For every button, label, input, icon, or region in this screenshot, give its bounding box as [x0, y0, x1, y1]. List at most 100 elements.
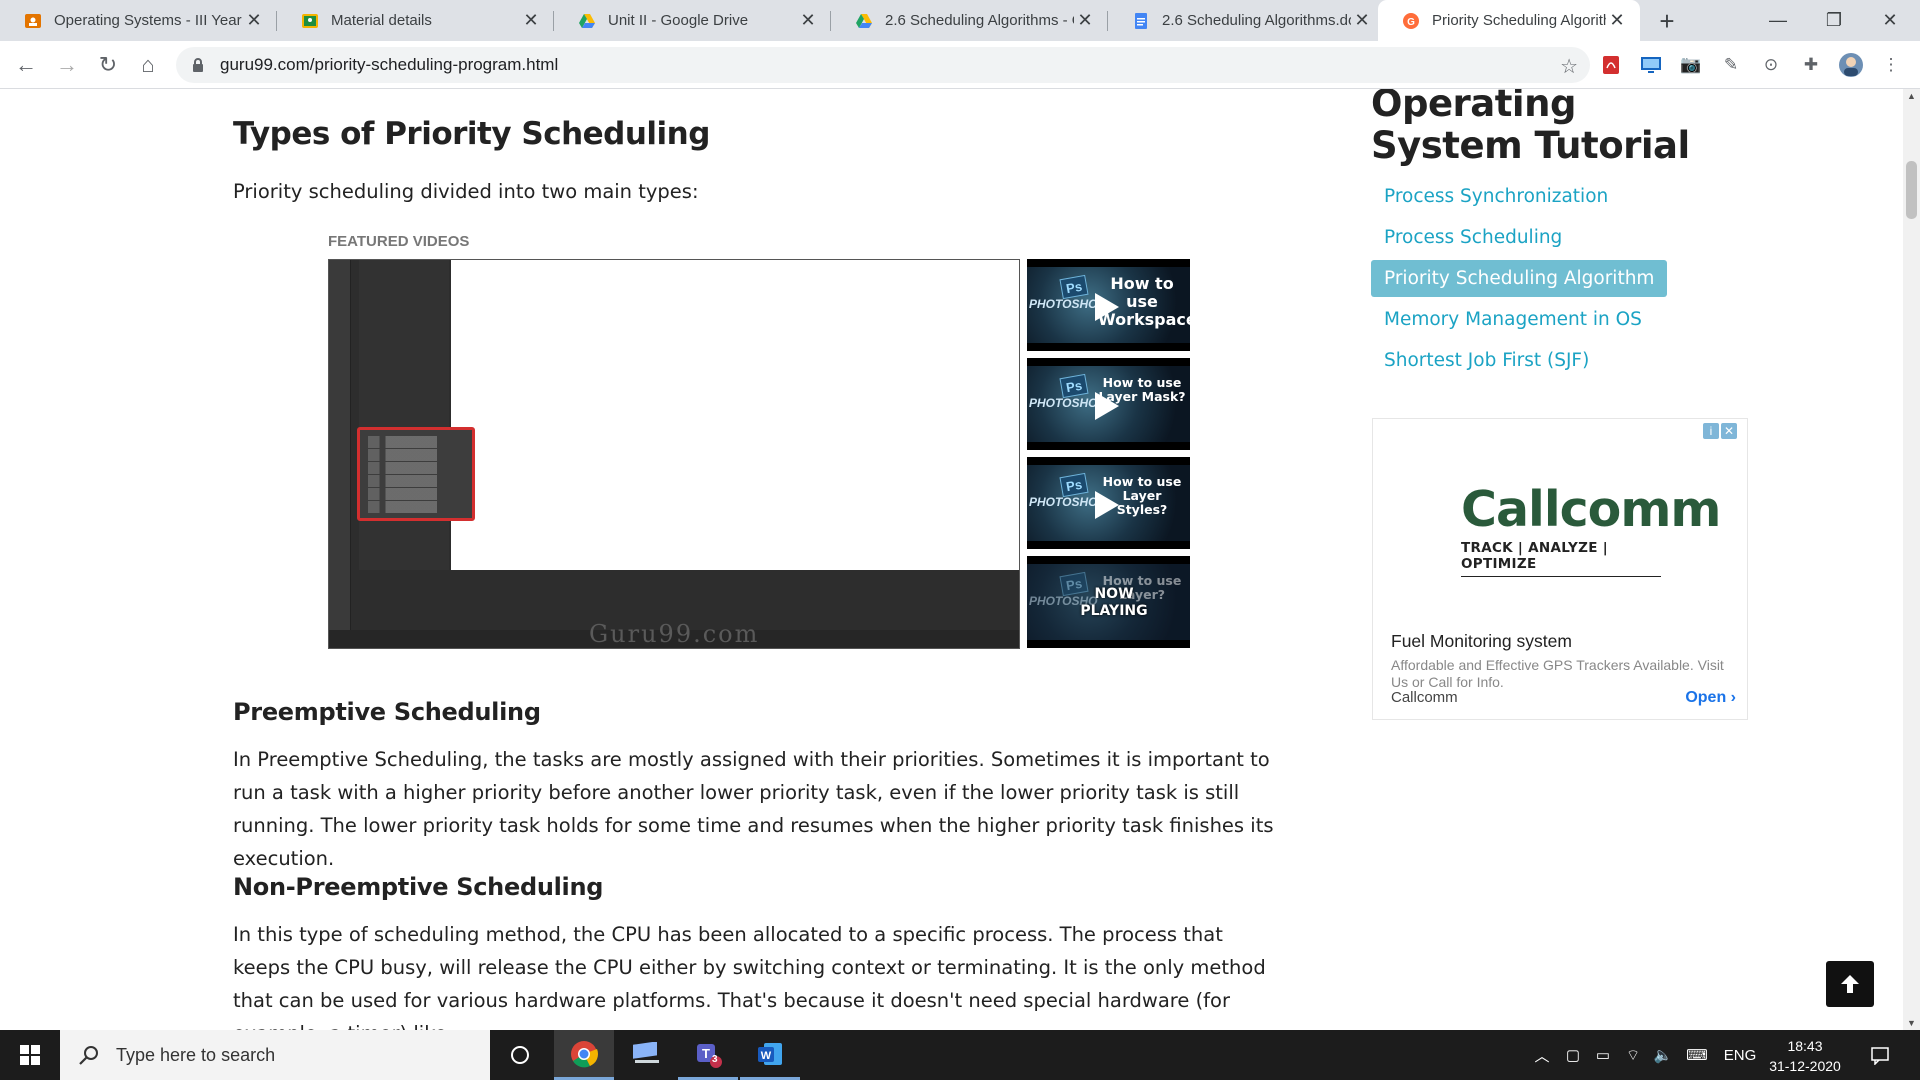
- video-thumbnail[interactable]: Ps PHOTOSHO How to use Layer Styles?: [1027, 457, 1190, 549]
- new-tab-button[interactable]: +: [1652, 6, 1682, 36]
- task-view-button[interactable]: [490, 1030, 550, 1080]
- photoshop-toolbar-image: [329, 260, 351, 630]
- play-icon: [1095, 392, 1119, 420]
- ad-headline[interactable]: Fuel Monitoring system: [1391, 631, 1736, 652]
- scroll-up-arrow[interactable]: ▲: [1903, 89, 1920, 103]
- tab-title: Material details: [331, 12, 432, 29]
- language-indicator[interactable]: ENG: [1720, 1030, 1760, 1080]
- drive-icon: [855, 12, 873, 30]
- photoshop-panel-image: [359, 260, 449, 570]
- windows-taskbar: Type here to search T 3 W ︿ ▢ ▭ ⌔ 🔈 ⌨ EN…: [0, 1030, 1920, 1080]
- notification-icon[interactable]: [1860, 1030, 1900, 1080]
- tab-title: Unit II - Google Drive: [608, 12, 749, 29]
- arrow-up-icon: [1841, 975, 1859, 993]
- chevron-up-icon[interactable]: ︿: [1530, 1030, 1554, 1080]
- extensions-puzzle-icon[interactable]: ✚: [1798, 52, 1824, 78]
- video-thumbnail[interactable]: Ps PHOTOSHO How to use Workspace: [1027, 259, 1190, 351]
- adchoices[interactable]: i ✕: [1703, 423, 1737, 439]
- scrollbar-thumb[interactable]: [1906, 161, 1917, 219]
- battery-icon[interactable]: ▭: [1590, 1030, 1616, 1080]
- forward-button[interactable]: →: [51, 49, 83, 81]
- reload-button[interactable]: ↻: [92, 49, 124, 81]
- sidebar-link-priority-scheduling[interactable]: Priority Scheduling Algorithm: [1371, 260, 1667, 297]
- docs-icon: [1132, 12, 1150, 30]
- windows-icon: [20, 1045, 40, 1065]
- avatar[interactable]: [1838, 52, 1864, 78]
- close-icon[interactable]: ✕: [1351, 10, 1373, 32]
- minimize-button[interactable]: —: [1750, 0, 1806, 41]
- home-button[interactable]: ⌂: [132, 49, 164, 81]
- page-scrollbar[interactable]: ▲ ▼: [1903, 89, 1920, 1030]
- ad-logo: Callcomm: [1461, 481, 1721, 538]
- advertisement[interactable]: i ✕ Callcomm TRACK | ANALYZE | OPTIMIZE …: [1372, 418, 1748, 720]
- close-window-button[interactable]: ✕: [1862, 0, 1918, 41]
- sidebar-link-process-synchronization[interactable]: Process Synchronization: [1371, 178, 1667, 215]
- search-placeholder: Type here to search: [116, 1044, 276, 1065]
- close-icon[interactable]: ✕: [1074, 10, 1096, 32]
- teams-taskbar-button[interactable]: T 3: [678, 1030, 738, 1080]
- play-icon: [1095, 491, 1119, 519]
- teams-icon: T: [697, 1043, 722, 1068]
- ad-open-button[interactable]: Open ›: [1685, 689, 1736, 707]
- clock-date: 31-12-2020: [1769, 1058, 1841, 1074]
- eyedropper-icon[interactable]: ✎: [1718, 52, 1744, 78]
- video-thumbnail-now-playing[interactable]: Ps PHOTOSHO How to use Layer? NOW PLAYIN…: [1027, 556, 1190, 648]
- taskbar-search-box[interactable]: Type here to search: [60, 1030, 490, 1080]
- bookmark-star-icon[interactable]: ☆: [1560, 54, 1578, 79]
- keyboard-icon[interactable]: ⌨: [1680, 1030, 1714, 1080]
- search-icon: [79, 1046, 98, 1065]
- word-taskbar-button[interactable]: W: [740, 1030, 800, 1080]
- tab-material-details[interactable]: Material details ✕: [277, 0, 554, 41]
- wifi-icon[interactable]: ⌔: [1620, 1030, 1646, 1080]
- intro-text: Priority scheduling divided into two mai…: [233, 180, 699, 203]
- scroll-to-top-button[interactable]: [1826, 961, 1874, 1007]
- tab-google-drive[interactable]: Unit II - Google Drive ✕: [554, 0, 831, 41]
- thumb-brand: PHOTOSHO: [1029, 297, 1098, 311]
- ad-open-label: Open: [1685, 689, 1727, 706]
- teams-badge: 3: [712, 1054, 718, 1065]
- web-page: Types of Priority Scheduling Priority sc…: [0, 89, 1920, 1030]
- clock[interactable]: 18:43 31-12-2020: [1762, 1036, 1848, 1076]
- ad-banner[interactable]: i ✕ Callcomm TRACK | ANALYZE | OPTIMIZE: [1373, 419, 1747, 619]
- video-player[interactable]: Guru99.com: [328, 259, 1020, 649]
- chrome-taskbar-button[interactable]: [554, 1030, 614, 1080]
- sidebar-link-process-scheduling[interactable]: Process Scheduling: [1371, 219, 1667, 256]
- tab-scheduling-algorithms-drive[interactable]: 2.6 Scheduling Algorithms - G ✕: [831, 0, 1108, 41]
- camera-icon[interactable]: 📷: [1678, 52, 1704, 78]
- tab-scheduling-algorithms-doc[interactable]: 2.6 Scheduling Algorithms.do ✕: [1108, 0, 1385, 41]
- info-icon[interactable]: i: [1703, 423, 1719, 439]
- close-icon[interactable]: ✕: [1721, 423, 1737, 439]
- ship-app-icon: [633, 1042, 659, 1063]
- ship-app-taskbar-button[interactable]: [616, 1030, 676, 1080]
- extension-circle-icon[interactable]: ⊙: [1758, 52, 1784, 78]
- tab-title: Operating Systems - III Year I: [54, 12, 243, 29]
- sidebar-link-memory-management[interactable]: Memory Management in OS: [1371, 301, 1667, 338]
- back-button[interactable]: ←: [10, 49, 42, 81]
- close-icon[interactable]: ✕: [520, 10, 542, 32]
- video-thumbnail[interactable]: Ps PHOTOSHO How to use Layer Mask?: [1027, 358, 1190, 450]
- meet-now-icon[interactable]: ▢: [1560, 1030, 1586, 1080]
- pdf-extension-icon[interactable]: [1598, 52, 1624, 78]
- tab-operating-systems[interactable]: Operating Systems - III Year I ✕: [0, 0, 277, 41]
- close-icon[interactable]: ✕: [243, 10, 265, 32]
- ad-footer: Callcomm Open ›: [1391, 689, 1736, 707]
- scroll-down-arrow[interactable]: ▼: [1903, 1016, 1920, 1030]
- video-playlist: Ps PHOTOSHO How to use Workspace Ps PHOT…: [1027, 259, 1190, 655]
- menu-kebab-icon[interactable]: ⋮: [1878, 52, 1904, 78]
- task-view-icon: [511, 1046, 529, 1064]
- tab-priority-scheduling[interactable]: G Priority Scheduling Algorithm ✕: [1378, 0, 1640, 41]
- sidebar-link-sjf[interactable]: Shortest Job First (SJF): [1371, 342, 1667, 379]
- svg-text:G: G: [1407, 17, 1415, 28]
- address-bar[interactable]: guru99.com/priority-scheduling-program.h…: [176, 47, 1590, 83]
- thumb-brand: PHOTOSHO: [1029, 495, 1098, 509]
- close-icon[interactable]: ✕: [1606, 10, 1628, 32]
- screen-extension-icon[interactable]: [1638, 52, 1664, 78]
- maximize-button[interactable]: ❐: [1806, 0, 1862, 41]
- drive-icon: [578, 12, 596, 30]
- volume-icon[interactable]: 🔈: [1650, 1030, 1676, 1080]
- word-icon: W: [758, 1042, 782, 1065]
- start-button[interactable]: [0, 1030, 60, 1080]
- guru99-icon: G: [1402, 12, 1420, 30]
- tab-strip: Operating Systems - III Year I ✕ Materia…: [0, 0, 1920, 41]
- close-icon[interactable]: ✕: [797, 10, 819, 32]
